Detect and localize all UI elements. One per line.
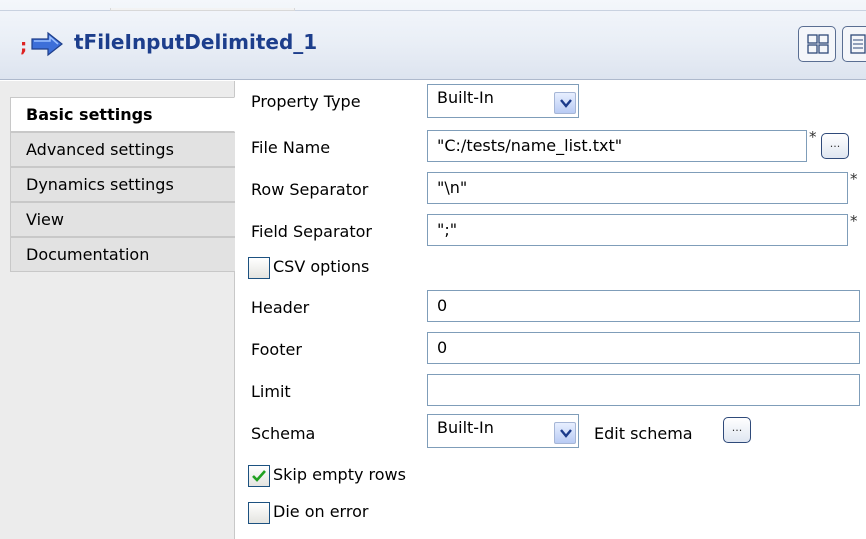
limit-input[interactable] [427,374,860,406]
component-header: ; tFileInputDelimited_1 [0,0,866,80]
property-type-value: Built-In [437,88,494,107]
header-input[interactable]: 0 [427,290,860,322]
schema-label: Schema [251,424,316,443]
edit-schema-label: Edit schema [594,424,693,443]
row-separator-input[interactable]: "\n" [427,172,848,204]
tab-highlight [110,8,295,11]
footer-label: Footer [251,340,302,359]
skip-empty-rows-label: Skip empty rows [273,465,406,484]
checkmark-icon [252,470,266,482]
csv-options-label: CSV options [273,257,370,276]
field-separator-input[interactable]: ";" [427,214,848,246]
property-type-label: Property Type [251,92,361,111]
required-marker: * [850,212,858,230]
schema-select[interactable]: Built-In [427,414,579,448]
file-name-input[interactable]: "C:/tests/name_list.txt" [427,130,807,162]
field-separator-label: Field Separator [251,222,372,241]
skip-empty-rows-checkbox[interactable] [248,465,270,487]
schema-value: Built-In [437,418,494,437]
limit-label: Limit [251,382,291,401]
tab-view[interactable]: View [10,202,235,237]
svg-text:;: ; [20,36,27,57]
header-label: Header [251,298,310,317]
list-layout-button[interactable] [842,26,866,62]
chevron-down-icon[interactable] [554,422,576,444]
tab-dynamics-settings[interactable]: Dynamics settings [10,167,235,202]
file-input-delimited-icon: ; [18,30,64,58]
browse-file-button[interactable]: ... [821,133,849,159]
row-separator-label: Row Separator [251,180,369,199]
settings-nav: Basic settings Advanced settings Dynamic… [0,81,235,539]
list-layout-icon [850,34,866,54]
grid-layout-icon [807,34,829,54]
tab-advanced-settings[interactable]: Advanced settings [10,132,235,167]
file-name-label: File Name [251,138,331,157]
csv-options-checkbox[interactable] [248,257,270,279]
tab-documentation[interactable]: Documentation [10,237,235,272]
layout-toggle-button[interactable] [798,26,836,62]
tab-basic-settings[interactable]: Basic settings [10,97,235,132]
chevron-down-icon[interactable] [554,92,576,114]
component-title: tFileInputDelimited_1 [74,30,318,54]
die-on-error-label: Die on error [273,502,369,521]
required-marker: * [850,170,858,188]
edit-schema-button[interactable]: ... [723,417,751,443]
die-on-error-checkbox[interactable] [248,502,270,524]
required-marker: * [809,128,817,146]
footer-input[interactable]: 0 [427,332,860,364]
property-type-select[interactable]: Built-In [427,84,579,118]
